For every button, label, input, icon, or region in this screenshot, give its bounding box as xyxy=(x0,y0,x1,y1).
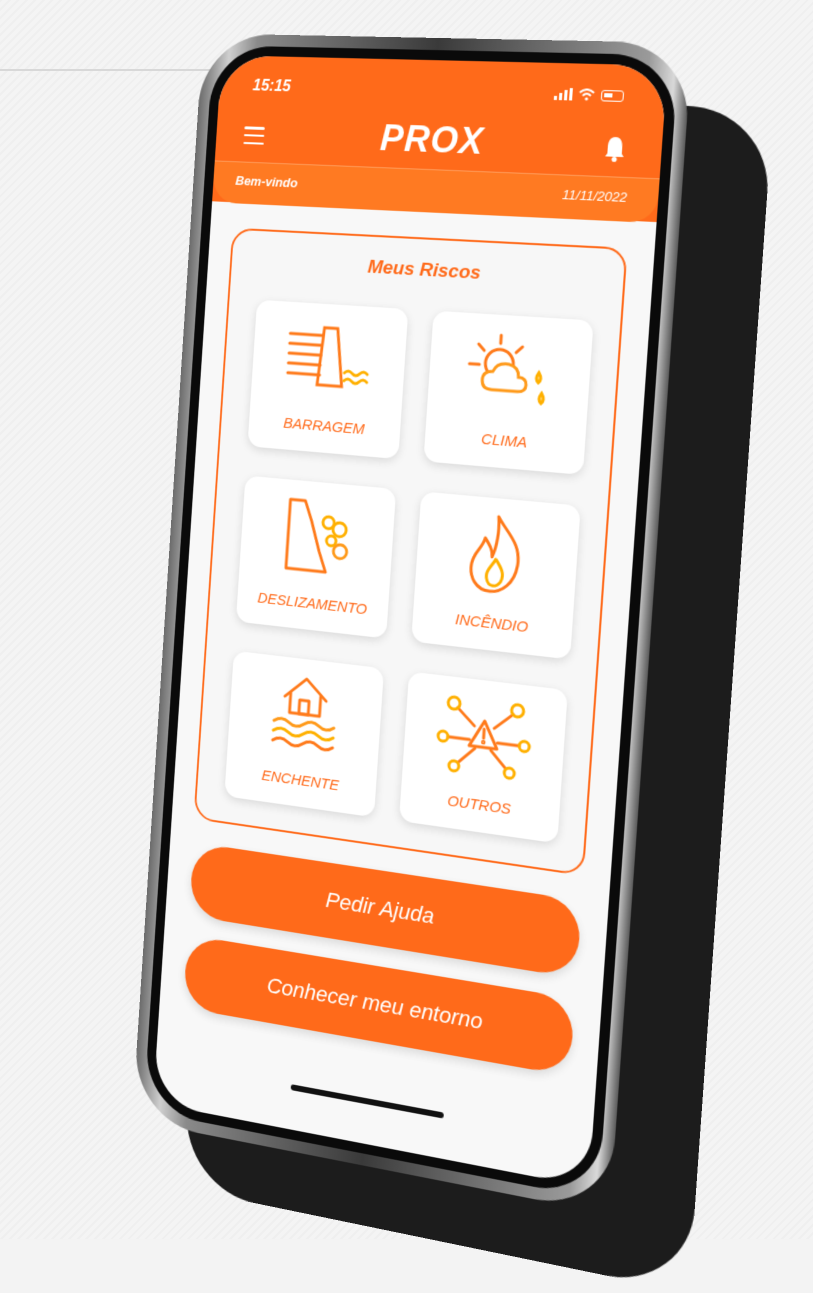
dam-icon xyxy=(278,311,378,407)
app-screen: 15:15 PROX Bem-vindo 11/11/2022 Meus Ris… xyxy=(153,55,668,1187)
signal-icon xyxy=(554,88,573,101)
battery-icon xyxy=(601,89,624,101)
risks-title: Meus Riscos xyxy=(231,249,628,293)
risk-label-barragem: BARRAGEM xyxy=(249,412,401,441)
flood-icon xyxy=(255,664,355,764)
app-logo: PROX xyxy=(215,112,663,170)
notification-bell-icon[interactable] xyxy=(603,135,628,163)
risk-label-deslizamento: DESLIZAMENTO xyxy=(237,587,388,620)
app-header: 15:15 PROX Bem-vindo 11/11/2022 xyxy=(212,55,667,222)
current-date: 11/11/2022 xyxy=(562,187,628,205)
welcome-text: Bem-vindo xyxy=(235,173,298,190)
risk-label-enchente: ENCHENTE xyxy=(225,762,376,799)
risk-tile-incendio[interactable]: INCÊNDIO xyxy=(411,491,581,659)
phone-device: 15:15 PROX Bem-vindo 11/11/2022 Meus Ris… xyxy=(132,33,692,1214)
wifi-icon xyxy=(578,88,595,101)
status-icons xyxy=(554,88,624,102)
risks-panel: Meus Riscos BARRAGEM CLIMA DESLIZAMENTO … xyxy=(193,228,627,876)
risk-tile-enchente[interactable]: ENCHENTE xyxy=(224,651,384,818)
risk-tile-outros[interactable]: OUTROS xyxy=(399,671,568,843)
weather-icon xyxy=(456,323,562,422)
risk-tile-deslizamento[interactable]: DESLIZAMENTO xyxy=(236,475,396,638)
risk-label-outros: OUTROS xyxy=(400,786,560,825)
risk-tile-clima[interactable]: CLIMA xyxy=(423,311,593,475)
home-indicator xyxy=(291,1084,444,1118)
fire-icon xyxy=(444,504,550,605)
risk-label-incendio: INCÊNDIO xyxy=(412,606,572,641)
network-warning-icon xyxy=(431,685,536,788)
landslide-icon xyxy=(267,488,367,586)
risk-tile-barragem[interactable]: BARRAGEM xyxy=(247,300,408,459)
status-time: 15:15 xyxy=(252,78,291,97)
phone-scene: 15:15 PROX Bem-vindo 11/11/2022 Meus Ris… xyxy=(0,0,813,1239)
risk-label-clima: CLIMA xyxy=(425,426,586,456)
